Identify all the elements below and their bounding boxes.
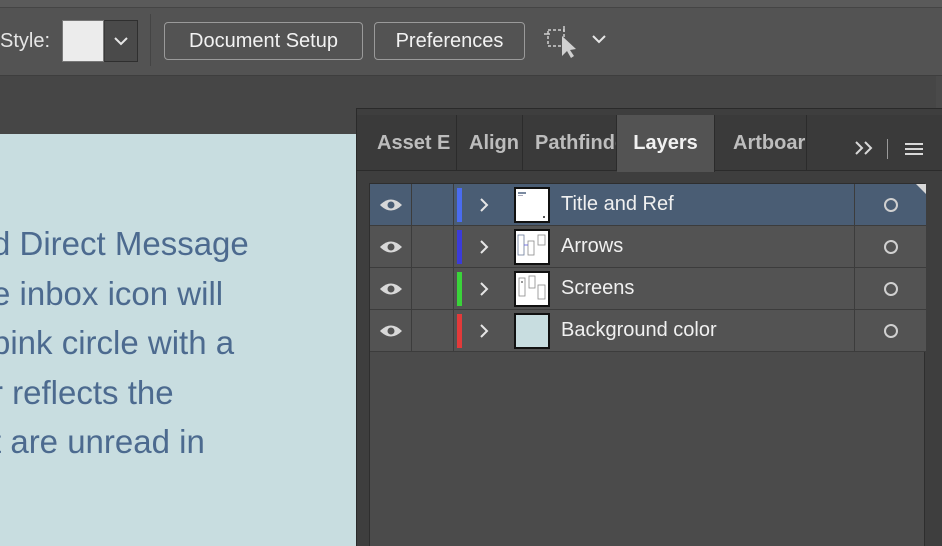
- graphic-style-swatch[interactable]: [62, 20, 104, 62]
- layer-thumbnail: [514, 271, 550, 307]
- arrange-documents-icon[interactable]: [544, 24, 580, 58]
- artboard-text-line: d Direct Message: [0, 225, 249, 262]
- chevron-right-icon[interactable]: [474, 279, 494, 299]
- control-bar-top-edge: [0, 0, 942, 8]
- illustrator-window: Style: Document Setup Preferences d Dire…: [0, 0, 942, 546]
- layer-row[interactable]: Title and Ref: [370, 184, 926, 226]
- target-circle-icon: [883, 324, 898, 338]
- target-toggle[interactable]: [854, 226, 926, 268]
- target-circle-icon: [883, 198, 898, 212]
- layer-color-bar: [457, 230, 462, 264]
- tab-asset-export[interactable]: Asset E: [365, 115, 457, 171]
- artboard-text-line: t are unread in: [0, 423, 205, 460]
- layer-thumbnail: [514, 229, 550, 265]
- layer-thumbnail: [514, 187, 550, 223]
- visibility-toggle[interactable]: [370, 310, 412, 352]
- layer-color-bar: [457, 272, 462, 306]
- lock-toggle[interactable]: [412, 268, 454, 310]
- layer-name[interactable]: Screens: [561, 277, 634, 300]
- selection-indicator: [916, 184, 926, 194]
- chevron-right-icon[interactable]: [474, 237, 494, 257]
- visibility-toggle[interactable]: [370, 268, 412, 310]
- visibility-toggle[interactable]: [370, 184, 412, 226]
- toolbar-separator: [150, 14, 151, 66]
- eye-icon: [379, 325, 402, 337]
- layer-name[interactable]: Background color: [561, 319, 717, 342]
- preferences-button[interactable]: Preferences: [374, 22, 525, 60]
- layer-color-bar: [457, 314, 462, 348]
- panel-tab-bar: Asset E Align Pathfinder Layers Artboard…: [357, 115, 942, 172]
- graphic-style-dropdown[interactable]: [104, 20, 138, 62]
- target-circle-icon: [883, 282, 898, 296]
- layer-row[interactable]: Arrows: [370, 226, 926, 268]
- artboard-text-line: r reflects the: [0, 373, 174, 411]
- layer-name[interactable]: Arrows: [561, 235, 623, 258]
- layer-row[interactable]: Screens: [370, 268, 926, 310]
- style-label: Style:: [0, 30, 51, 52]
- lock-toggle[interactable]: [412, 310, 454, 352]
- eye-icon: [379, 283, 402, 295]
- tab-pathfinder[interactable]: Pathfinder: [523, 115, 617, 171]
- visibility-toggle[interactable]: [370, 226, 412, 268]
- chevron-down-icon: [114, 37, 128, 46]
- lock-toggle[interactable]: [412, 226, 454, 268]
- lock-toggle[interactable]: [412, 184, 454, 226]
- chevron-right-icon[interactable]: [474, 321, 494, 341]
- artboard-text-line: e inbox icon will: [0, 274, 224, 312]
- eye-icon: [379, 241, 402, 253]
- tab-artboards[interactable]: Artboards: [721, 115, 807, 171]
- double-chevron-right-icon[interactable]: [853, 139, 875, 157]
- layers-panel: Asset E Align Pathfinder Layers Artboard…: [356, 108, 942, 546]
- tab-align[interactable]: Align: [457, 115, 523, 171]
- chevron-right-icon[interactable]: [474, 195, 494, 215]
- tab-layers[interactable]: Layers: [617, 115, 715, 172]
- artboard[interactable]: d Direct Message e inbox icon will pink …: [0, 134, 357, 546]
- layer-thumbnail: [514, 313, 550, 349]
- artboard-text-line: pink circle with a: [0, 324, 235, 361]
- layers-list: Title and Ref Arrows Screens Background …: [369, 183, 926, 546]
- target-toggle[interactable]: [854, 268, 926, 310]
- layer-name[interactable]: Title and Ref: [561, 193, 674, 216]
- control-bar: Style: Document Setup Preferences: [0, 0, 942, 76]
- layer-row[interactable]: Background color: [370, 310, 926, 352]
- target-toggle[interactable]: [854, 310, 926, 352]
- panel-menu-icon[interactable]: [903, 141, 925, 157]
- tab-bar-divider: [887, 139, 888, 159]
- eye-icon: [379, 199, 402, 211]
- layer-color-bar: [457, 188, 462, 222]
- artboard-text-block[interactable]: d Direct Message e inbox icon will pink …: [0, 219, 357, 467]
- target-circle-icon: [883, 240, 898, 254]
- chevron-down-icon[interactable]: [590, 30, 608, 48]
- document-setup-button[interactable]: Document Setup: [164, 22, 363, 60]
